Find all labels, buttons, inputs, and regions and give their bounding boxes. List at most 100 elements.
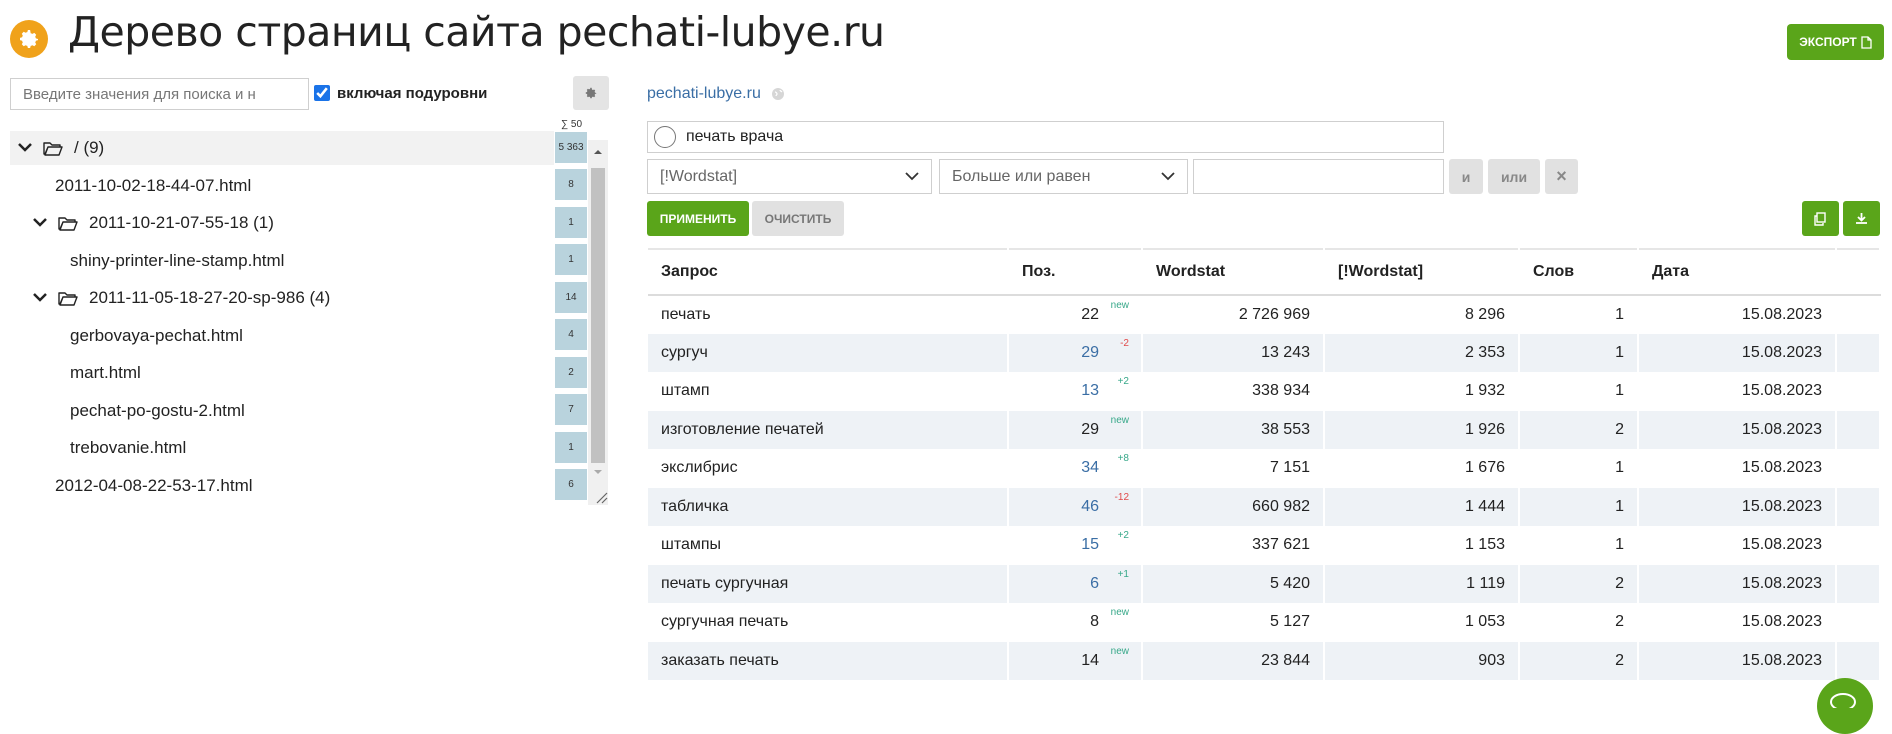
tree-item-label: / (9)	[74, 138, 105, 157]
table-row[interactable]: сургуч 29 -2 13 243 2 353 1 15.08.2023	[648, 333, 1881, 372]
tree-item-label: mart.html	[70, 363, 141, 382]
site-link[interactable]: pechati-lubye.ru	[647, 85, 761, 103]
table-row[interactable]: экслибрис 34 +8 7 151 1 676 1 15.08.2023	[648, 449, 1881, 488]
cell-words: 2	[1519, 641, 1639, 680]
table-row[interactable]: печать сургучная 6 +1 5 420 1 119 2 15.08…	[648, 564, 1881, 603]
chat-icon	[1830, 693, 1856, 711]
position-value: 22	[1081, 305, 1099, 323]
search-icon	[654, 126, 676, 148]
tree-item-folder[interactable]: 2011-10-21-07-55-18 (1)	[10, 206, 554, 240]
position-delta: +1	[1117, 568, 1129, 580]
table-row[interactable]: печать 22 new 2 726 969 8 296 1 15.08.202…	[648, 295, 1881, 334]
tree-item-file[interactable]: mart.html	[10, 356, 554, 390]
cell-query: табличка	[648, 487, 1009, 526]
resize-handle-icon[interactable]	[594, 490, 608, 504]
cell-position: 13 +2	[1008, 372, 1143, 411]
remove-filter-button[interactable]: ×	[1545, 159, 1578, 194]
cell-extra	[1836, 333, 1881, 372]
cell-exact-wordstat: 1 676	[1324, 449, 1520, 488]
column-header-words[interactable]: Слов	[1519, 248, 1639, 296]
position-value: 14	[1081, 651, 1099, 669]
tree-count-cell: 1	[555, 207, 587, 241]
export-button[interactable]: ЭКСПОРТ	[1787, 24, 1884, 60]
cell-words: 2	[1519, 603, 1639, 642]
cell-position: 15 +2	[1008, 526, 1143, 565]
include-sublevels-checkbox[interactable]	[314, 85, 330, 101]
cell-exact-wordstat: 1 932	[1324, 372, 1520, 411]
cell-query: штамп	[648, 372, 1009, 411]
cell-exact-wordstat: 1 119	[1324, 564, 1520, 603]
query-search-input[interactable]: печать врача	[647, 121, 1444, 153]
filter-operator-select[interactable]: Больше или равен	[939, 159, 1188, 194]
cell-exact-wordstat: 2 353	[1324, 333, 1520, 372]
and-button[interactable]: и	[1449, 159, 1483, 194]
or-button[interactable]: или	[1488, 159, 1540, 194]
cell-words: 2	[1519, 410, 1639, 449]
cell-query: штампы	[648, 526, 1009, 565]
tree-item-file[interactable]: pechat-po-gostu-2.html	[10, 394, 554, 428]
gear-icon-svg	[20, 30, 38, 48]
tree-item-file[interactable]: 2012-04-08-22-53-17.html	[10, 469, 554, 503]
gear-icon	[585, 87, 597, 99]
cell-words: 2	[1519, 564, 1639, 603]
cell-position: 8 new	[1008, 603, 1143, 642]
tree-count-cell: 2	[555, 357, 587, 391]
cell-extra	[1836, 526, 1881, 565]
column-header-wordstat[interactable]: Wordstat	[1142, 248, 1325, 296]
tree-item-file[interactable]: 2011-10-02-18-44-07.html	[10, 169, 554, 203]
tree-item-label: gerbovaya-pechat.html	[70, 326, 243, 345]
table-row[interactable]: штамп 13 +2 338 934 1 932 1 15.08.2023	[648, 372, 1881, 411]
cell-position: 46 -12	[1008, 487, 1143, 526]
chevron-down-icon[interactable]	[31, 289, 49, 307]
column-header-date[interactable]: Дата	[1638, 248, 1837, 296]
table-row[interactable]: табличка 46 -12 660 982 1 444 1 15.08.202…	[648, 487, 1881, 526]
queries-table: Запрос Поз. Wordstat [!Wordstat] Слов Да…	[648, 248, 1881, 680]
chevron-down-icon[interactable]	[16, 139, 34, 157]
cell-wordstat: 38 553	[1142, 410, 1325, 449]
tree-settings-button[interactable]	[573, 76, 609, 110]
filter-value-input[interactable]	[1193, 159, 1444, 194]
tree-item-file[interactable]: shiny-printer-line-stamp.html	[10, 244, 554, 278]
table-row[interactable]: изготовление печатей 29 new 38 553 1 926 …	[648, 410, 1881, 449]
cell-wordstat: 660 982	[1142, 487, 1325, 526]
clear-button[interactable]: ОЧИСТИТЬ	[752, 201, 844, 236]
scroll-up-icon[interactable]	[591, 145, 605, 159]
gear-icon[interactable]	[10, 20, 48, 58]
position-value: 29	[1081, 420, 1099, 438]
column-header-exact-wordstat[interactable]: [!Wordstat]	[1324, 248, 1520, 296]
cell-extra	[1836, 603, 1881, 642]
position-delta: new	[1110, 607, 1129, 618]
table-row[interactable]: сургучная печать 8 new 5 127 1 053 2 15.0…	[648, 603, 1881, 642]
download-button[interactable]	[1843, 201, 1880, 236]
chevron-down-icon[interactable]	[31, 214, 49, 232]
tree-scroll-thumb[interactable]	[591, 168, 605, 463]
copy-button[interactable]	[1802, 201, 1839, 236]
cell-position: 14 new	[1008, 641, 1143, 680]
scroll-down-icon[interactable]	[591, 465, 605, 479]
chat-button[interactable]	[1817, 678, 1873, 734]
tree-item-folder[interactable]: 2011-11-05-18-27-20-sp-986 (4)	[10, 281, 554, 315]
column-header-query[interactable]: Запрос	[648, 248, 1009, 296]
cell-position: 22 new	[1008, 295, 1143, 334]
column-header-position[interactable]: Поз.	[1008, 248, 1143, 296]
cell-extra	[1836, 487, 1881, 526]
download-icon	[1856, 213, 1867, 224]
tree-item-file[interactable]: gerbovaya-pechat.html	[10, 319, 554, 353]
globe-icon	[771, 87, 785, 101]
cell-words: 1	[1519, 372, 1639, 411]
tree-item-file[interactable]: trebovanie.html	[10, 431, 554, 465]
tree-item-label: 2011-11-05-18-27-20-sp-986 (4)	[89, 288, 331, 307]
table-row[interactable]: штампы 15 +2 337 621 1 153 1 15.08.2023	[648, 526, 1881, 565]
filter-field-value: [!Wordstat]	[660, 167, 738, 185]
apply-button[interactable]: ПРИМЕНИТЬ	[647, 201, 749, 236]
cell-query: изготовление печатей	[648, 410, 1009, 449]
filter-field-select[interactable]: [!Wordstat]	[647, 159, 932, 194]
cell-wordstat: 338 934	[1142, 372, 1325, 411]
filter-operator-value: Больше или равен	[952, 167, 1091, 185]
tree-item-label: shiny-printer-line-stamp.html	[70, 251, 285, 270]
tree-search-input[interactable]	[10, 78, 309, 110]
tree-count-cell: 14	[555, 282, 587, 316]
tree-item-root[interactable]: / (9)	[10, 131, 554, 165]
table-row[interactable]: заказать печать 14 new 23 844 903 2 15.08…	[648, 641, 1881, 680]
tree-item-label: pechat-po-gostu-2.html	[70, 401, 245, 420]
